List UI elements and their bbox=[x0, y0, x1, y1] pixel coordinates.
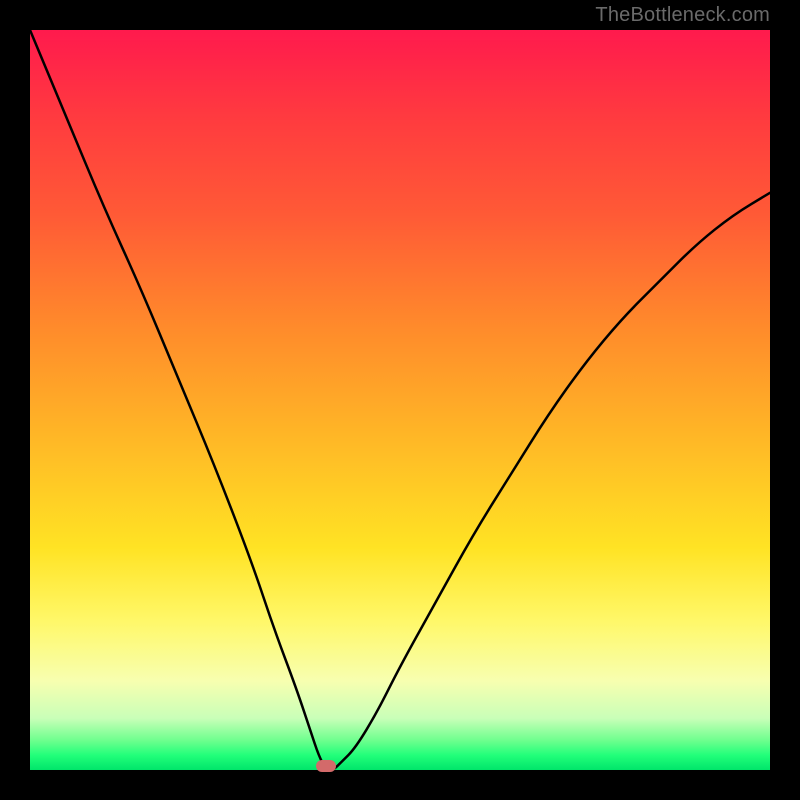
plot-area bbox=[30, 30, 770, 770]
optimal-point-marker bbox=[316, 760, 336, 772]
bottleneck-curve bbox=[30, 30, 770, 770]
chart-frame: TheBottleneck.com bbox=[0, 0, 800, 800]
watermark-text: TheBottleneck.com bbox=[595, 4, 770, 27]
